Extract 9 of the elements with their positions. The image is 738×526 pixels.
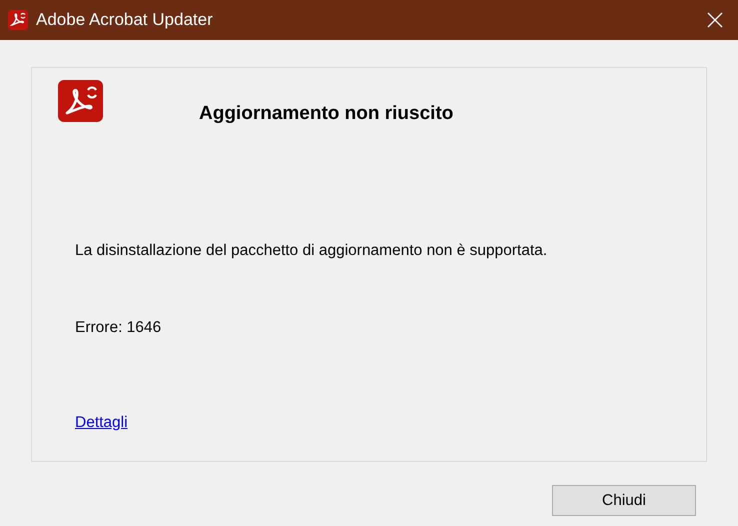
app-icon bbox=[58, 80, 103, 122]
close-dialog-button[interactable]: Chiudi bbox=[552, 485, 696, 516]
error-code: Errore: 1646 bbox=[75, 318, 162, 338]
dialog-heading: Aggiornamento non riuscito bbox=[199, 102, 454, 126]
window-title: Adobe Acrobat Updater bbox=[36, 9, 213, 32]
app-icon bbox=[8, 10, 28, 30]
error-message: La disinstallazione del pacchetto di aggiornamento non è supportata. bbox=[75, 240, 548, 260]
close-icon bbox=[707, 12, 723, 28]
details-link[interactable]: Dettagli bbox=[75, 411, 128, 434]
